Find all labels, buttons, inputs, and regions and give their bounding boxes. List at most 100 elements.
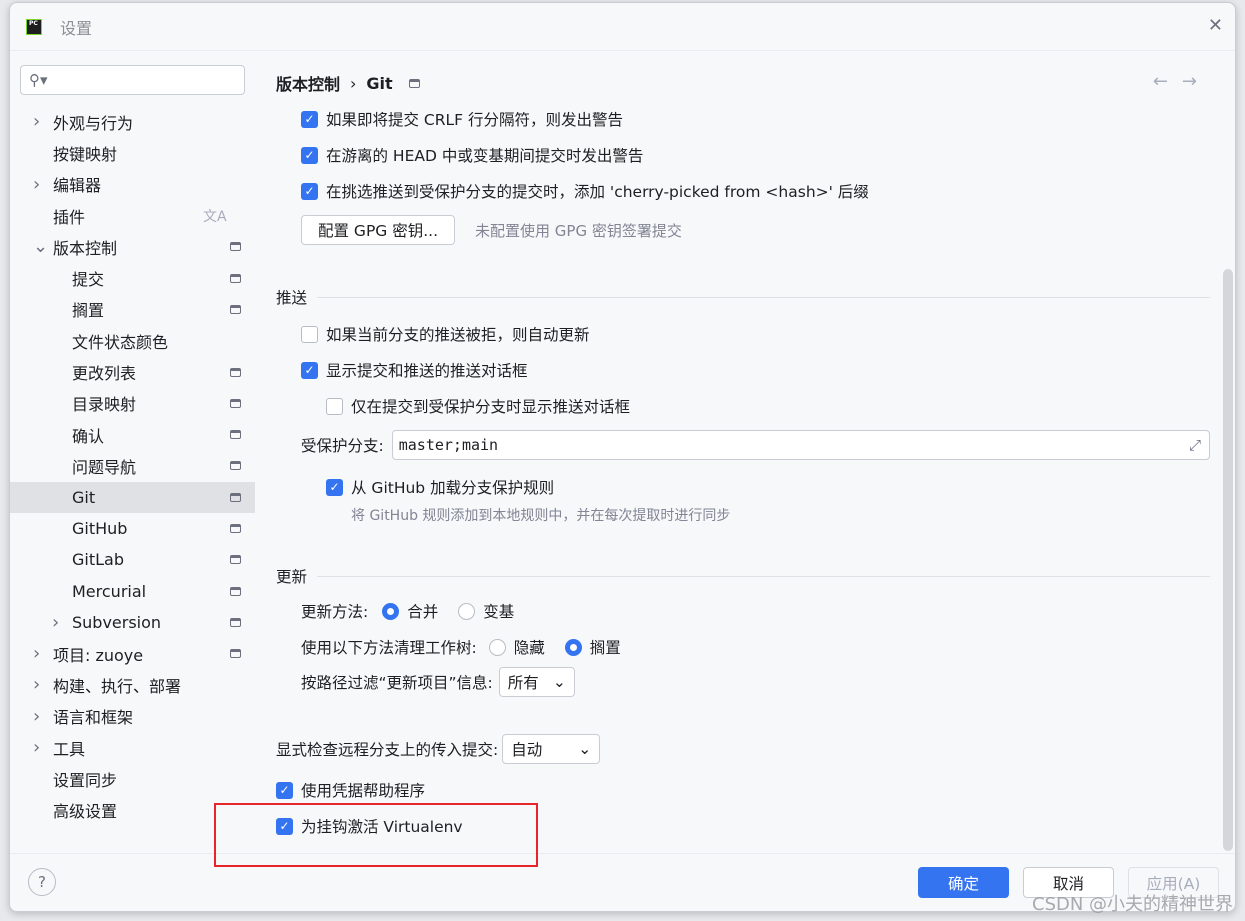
title-bar: PC 设置 ✕ xyxy=(10,3,1235,51)
pycharm-logo-icon: PC xyxy=(26,18,42,35)
back-arrow-icon[interactable]: ← xyxy=(1153,71,1182,92)
breadcrumb-parent[interactable]: 版本控制 xyxy=(276,71,340,95)
push-section-title: 推送 xyxy=(276,286,1210,308)
project-scope-icon xyxy=(230,586,241,596)
checkbox-checked[interactable]: ✓ xyxy=(326,478,343,496)
sidebar-item-label: 更改列表 xyxy=(72,364,137,384)
filter-select[interactable]: 所有 ⌄ xyxy=(498,667,575,697)
sidebar-item[interactable]: 搁置 xyxy=(10,294,255,325)
only-protected-checkbox-row[interactable]: 仅在提交到受保护分支时显示推送对话框 xyxy=(326,395,630,417)
only-protected-label: 仅在提交到受保护分支时显示推送对话框 xyxy=(351,398,631,416)
nav-arrows: ←→ xyxy=(1153,71,1211,92)
clean-tree-label: 使用以下方法清理工作树: xyxy=(301,639,477,657)
sidebar-item-label: Mercurial xyxy=(72,581,147,601)
detached-head-checkbox-row[interactable]: ✓ 在游离的 HEAD 中或变基期间提交时发出警告 xyxy=(301,144,643,166)
radio-merge[interactable] xyxy=(382,602,400,620)
chevron-right-icon[interactable]: › xyxy=(33,737,40,758)
stash-label: 隐藏 xyxy=(513,639,545,657)
checkbox-checked[interactable]: ✓ xyxy=(301,361,318,379)
ok-button[interactable]: 确定 xyxy=(918,867,1009,898)
crlf-checkbox-row[interactable]: ✓ 如果即将提交 CRLF 行分隔符，则发出警告 xyxy=(301,108,623,130)
project-scope-icon xyxy=(230,524,241,533)
radio-shelve[interactable] xyxy=(564,638,582,656)
sidebar-item-label: 问题导航 xyxy=(72,457,137,477)
sidebar-item-label: 语言和框架 xyxy=(53,708,134,728)
incoming-label: 显式检查远程分支上的传入提交: xyxy=(276,741,499,759)
sidebar-item[interactable]: Mercurial xyxy=(10,575,255,606)
chevron-right-icon[interactable]: › xyxy=(33,674,40,695)
credential-helper-checkbox-row[interactable]: ✓ 使用凭据帮助程序 xyxy=(276,779,425,801)
chevron-right-icon[interactable]: › xyxy=(33,174,40,195)
sidebar-item[interactable]: ⌄ 版本控制 xyxy=(10,231,255,262)
project-scope-icon xyxy=(230,617,241,627)
cherry-pick-checkbox-row[interactable]: ✓ 在挑选推送到受保护分支的提交时，添加 'cherry-picked from … xyxy=(301,180,869,202)
chevron-down-icon: ⌄ xyxy=(578,740,592,758)
sidebar-item-label: 高级设置 xyxy=(53,802,118,822)
sidebar-item[interactable]: › 构建、执行、部署 xyxy=(10,669,255,700)
help-button[interactable]: ? xyxy=(28,868,56,896)
forward-arrow-icon[interactable]: → xyxy=(1182,71,1211,92)
checkbox-unchecked[interactable] xyxy=(301,325,318,343)
scrollbar[interactable] xyxy=(1223,269,1233,851)
sidebar-item[interactable]: › 外观与行为 xyxy=(10,106,255,137)
sidebar-item[interactable]: 按键映射 xyxy=(10,137,255,168)
sidebar-item[interactable]: 提交 xyxy=(10,262,255,293)
update-method-label: 更新方法: xyxy=(301,603,369,621)
sidebar-item[interactable]: 插件 文A xyxy=(10,200,255,231)
sidebar-item[interactable]: 目录映射 xyxy=(10,388,255,419)
incoming-select[interactable]: 自动 ⌄ xyxy=(502,734,601,764)
shelve-label: 搁置 xyxy=(589,639,621,657)
chevron-right-icon[interactable]: › xyxy=(33,643,40,664)
sidebar-item-label: 按键映射 xyxy=(53,144,118,164)
update-section-title: 更新 xyxy=(276,565,1210,587)
checkbox-checked[interactable]: ✓ xyxy=(301,146,318,164)
sidebar-item[interactable]: 确认 xyxy=(10,419,255,450)
chevron-down-icon: ⌄ xyxy=(552,673,566,691)
checkbox-checked[interactable]: ✓ xyxy=(276,781,293,799)
sidebar-item[interactable]: › Subversion xyxy=(10,607,255,638)
search-input[interactable]: ⚲▾ xyxy=(20,65,245,95)
chevron-right-icon[interactable]: › xyxy=(33,111,40,132)
auto-update-checkbox-row[interactable]: 如果当前分支的推送被拒，则自动更新 xyxy=(301,323,590,345)
sidebar-item[interactable]: › 编辑器 xyxy=(10,169,255,200)
sidebar-item[interactable]: GitHub xyxy=(10,513,255,544)
show-push-dialog-checkbox-row[interactable]: ✓ 显示提交和推送的推送对话框 xyxy=(301,359,528,381)
sidebar-item[interactable]: › 工具 xyxy=(10,732,255,763)
checkbox-checked[interactable]: ✓ xyxy=(301,110,318,128)
checkbox-unchecked[interactable] xyxy=(326,397,343,415)
configure-gpg-button[interactable]: 配置 GPG 密钥... xyxy=(301,215,456,245)
sidebar-item[interactable]: › 语言和框架 xyxy=(10,701,255,732)
checkbox-checked[interactable]: ✓ xyxy=(301,182,318,200)
sidebar-item-label: 工具 xyxy=(53,739,86,759)
sidebar-item-label: GitHub xyxy=(72,519,128,538)
sidebar-item[interactable]: 更改列表 xyxy=(10,356,255,387)
project-scope-icon xyxy=(230,430,241,440)
protected-branches-input[interactable]: master;main ⤢ xyxy=(391,430,1210,460)
filter-value: 所有 xyxy=(507,674,539,692)
sidebar-item[interactable]: Git xyxy=(10,481,255,513)
sidebar-item[interactable]: 设置同步 xyxy=(10,763,255,794)
expand-icon[interactable]: ⤢ xyxy=(1189,436,1201,454)
sidebar-item[interactable]: 问题导航 xyxy=(10,450,255,481)
highlight-annotation-box xyxy=(214,803,538,867)
chevron-right-icon[interactable]: › xyxy=(33,706,40,727)
project-scope-icon xyxy=(230,555,241,565)
project-scope-icon xyxy=(230,304,241,314)
github-rules-checkbox-row[interactable]: ✓ 从 GitHub 加载分支保护规则 xyxy=(326,476,554,498)
push-title: 推送 xyxy=(276,289,308,307)
chevron-down-icon[interactable]: ⌄ xyxy=(33,236,48,257)
sidebar-item[interactable]: › 项目: zuoye xyxy=(10,638,255,669)
sidebar-item-label: GitLab xyxy=(72,550,124,570)
project-scope-icon xyxy=(230,461,241,471)
sidebar-item-label: 文件状态颜色 xyxy=(72,332,169,352)
chevron-right-icon[interactable]: › xyxy=(52,612,59,633)
project-scope-icon xyxy=(230,273,241,283)
close-icon[interactable]: ✕ xyxy=(1208,15,1223,36)
github-rules-label: 从 GitHub 加载分支保护规则 xyxy=(351,479,555,497)
radio-rebase[interactable] xyxy=(458,602,476,620)
sidebar-item[interactable]: 文件状态颜色 xyxy=(10,325,255,356)
sidebar-item[interactable]: GitLab xyxy=(10,544,255,575)
credential-label: 使用凭据帮助程序 xyxy=(301,782,426,800)
breadcrumb-separator: › xyxy=(350,73,357,93)
radio-stash[interactable] xyxy=(488,638,506,656)
